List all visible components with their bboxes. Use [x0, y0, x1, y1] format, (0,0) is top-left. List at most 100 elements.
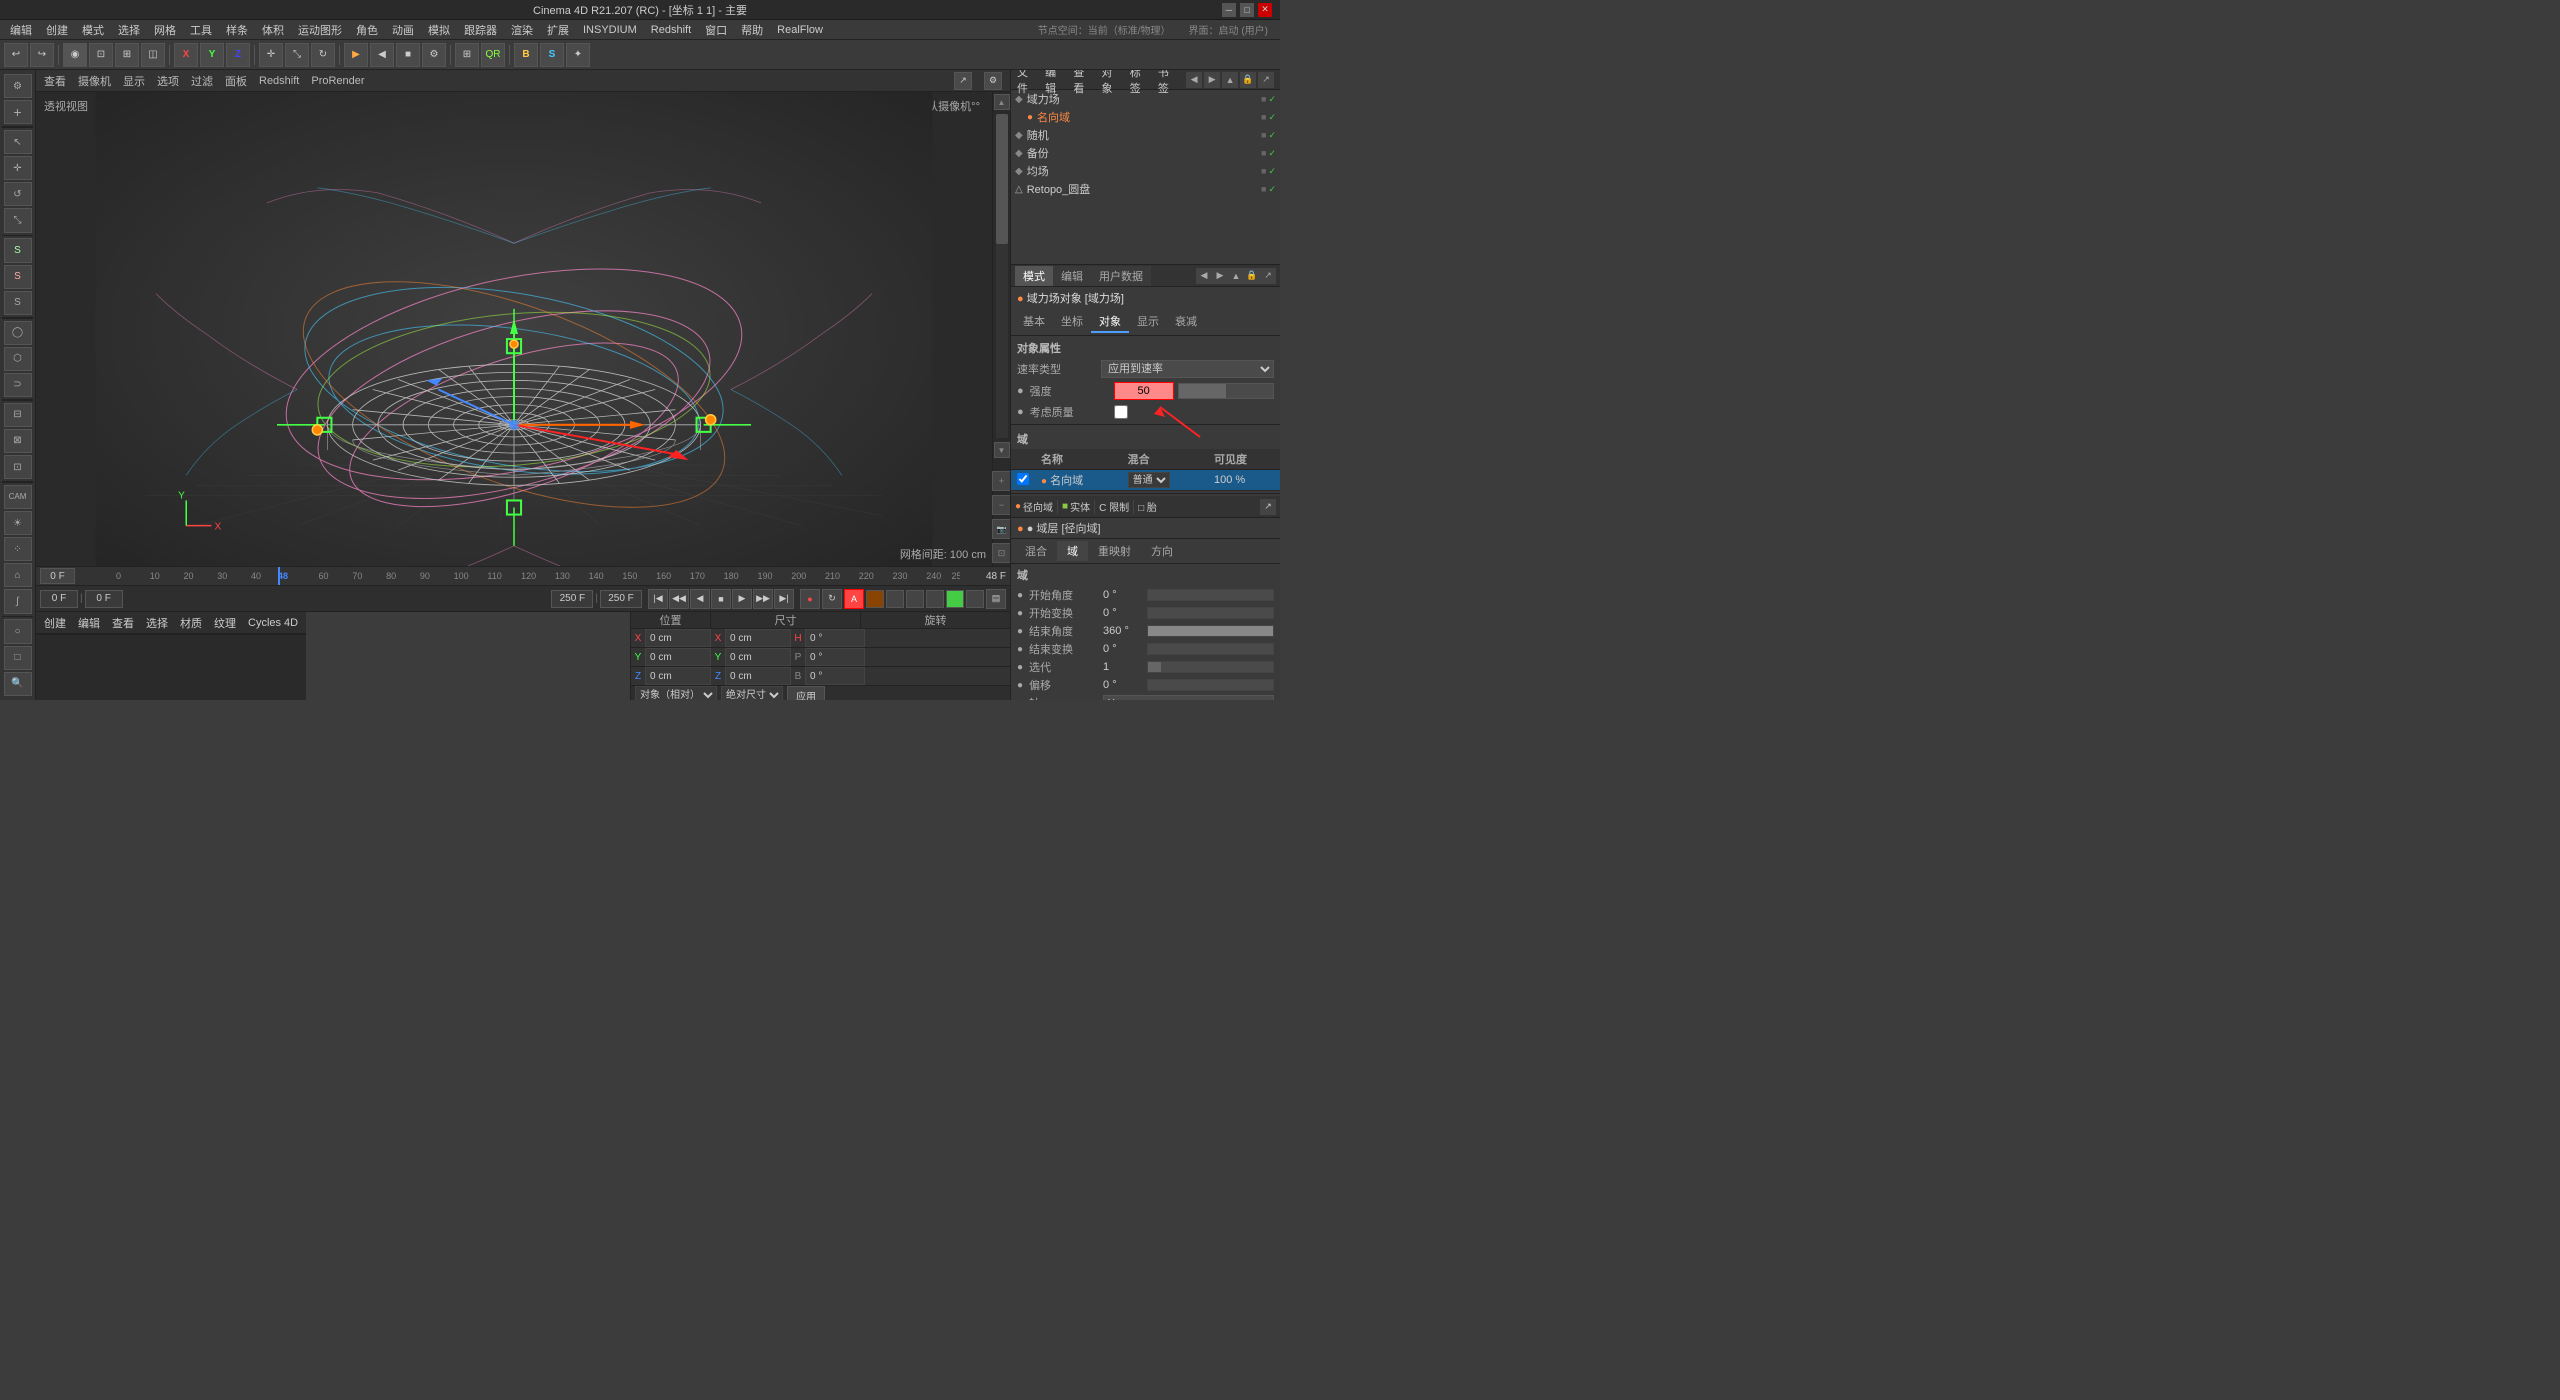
render-settings-btn[interactable]: ⚙ [422, 43, 446, 67]
z-size-input[interactable] [725, 667, 791, 685]
bottom-menu-view[interactable]: 查看 [108, 615, 138, 631]
circle-tool[interactable]: ○ [4, 619, 32, 643]
menu-mograph[interactable]: 运动图形 [292, 20, 348, 40]
rp-nav-up[interactable]: ▲ [1222, 72, 1238, 88]
apply-button[interactable]: 应用 [787, 686, 825, 700]
polygon-btn[interactable]: ⬡ [4, 347, 32, 371]
extra-btn[interactable]: ✦ [566, 43, 590, 67]
viewport[interactable]: 查看 摄像机 显示 选项 过滤 面板 Redshift ProRender ↗ … [36, 70, 1010, 566]
vp-camera-icon[interactable]: 📷 [992, 519, 1011, 539]
frame-start-input[interactable] [40, 568, 75, 584]
magnet-btn[interactable]: ⊃ [4, 373, 32, 397]
obj-field[interactable]: ◆ 均场 ■ ✓ [1011, 162, 1280, 180]
menu-insydium[interactable]: INSYDIUM [577, 22, 643, 38]
snap-btn[interactable]: S [540, 43, 564, 67]
transform-end-bar[interactable] [1147, 643, 1274, 655]
next-frame-btn[interactable]: ▶▶ [753, 589, 773, 609]
spline2-btn[interactable]: ∫ [4, 589, 32, 613]
grid-btn[interactable]: ⊞ [455, 43, 479, 67]
props-tab-object[interactable]: 对象 [1091, 311, 1129, 333]
add-btn[interactable]: + [4, 100, 32, 124]
layer-tab-direction[interactable]: 方向 [1141, 541, 1183, 561]
obj-direction-field[interactable]: ● 名向域 ■ ✓ [1011, 108, 1280, 126]
bottom-menu-edit[interactable]: 编辑 [74, 615, 104, 631]
play-reverse-btn[interactable]: ◀ [690, 589, 710, 609]
menu-mode[interactable]: 模式 [76, 20, 110, 40]
deform-btn[interactable]: ⌂ [4, 563, 32, 587]
menu-create[interactable]: 创建 [40, 20, 74, 40]
vp-scroll-down[interactable]: ▼ [994, 442, 1010, 458]
menu-help[interactable]: 帮助 [735, 20, 769, 40]
props-tab-falloff[interactable]: 衰减 [1167, 311, 1205, 333]
strength-slider[interactable] [1178, 383, 1274, 399]
layer-tab-blend[interactable]: 混合 [1015, 541, 1057, 561]
x-size-input[interactable] [725, 629, 791, 647]
props-tab-coord[interactable]: 坐标 [1053, 311, 1091, 333]
extrude-btn[interactable]: ⊟ [4, 403, 32, 427]
rotate-tool[interactable]: ↺ [4, 182, 32, 206]
bottom-menu-create[interactable]: 创建 [40, 615, 70, 631]
vp-menu-panel[interactable]: 面板 [225, 73, 247, 89]
prev-frame-btn[interactable]: ◀◀ [669, 589, 689, 609]
axis-select[interactable]: Y [1103, 695, 1274, 700]
obj-backup[interactable]: ◆ 备份 ■ ✓ [1011, 144, 1280, 162]
redo-button[interactable]: ↪ [30, 43, 54, 67]
p-rot-input[interactable] [805, 648, 865, 666]
bridge-btn[interactable]: ⊡ [4, 455, 32, 479]
vp-scroll-up[interactable]: ▲ [994, 94, 1010, 110]
menu-simulate[interactable]: 模拟 [422, 20, 456, 40]
record-btn[interactable]: ● [800, 589, 820, 609]
rp-nav-forward[interactable]: ▶ [1204, 72, 1220, 88]
autokey-btn[interactable]: A [844, 589, 864, 609]
rect-tool[interactable]: □ [4, 646, 32, 670]
region-icons-expand[interactable]: ↗ [1260, 499, 1276, 515]
go-end-btn[interactable]: ▶| [774, 589, 794, 609]
frame-total-input[interactable] [600, 590, 642, 608]
vp-extra-btn[interactable]: ⊡ [992, 543, 1011, 563]
offset-bar[interactable] [1147, 679, 1274, 691]
mode-tab-mode[interactable]: 模式 [1015, 266, 1053, 286]
frame-end-input[interactable] [551, 590, 593, 608]
vp-menu-options[interactable]: 选项 [157, 73, 179, 89]
settings-btn[interactable]: ⚙ [4, 74, 32, 98]
angle-start-bar[interactable] [1147, 589, 1274, 601]
menu-realflow[interactable]: RealFlow [771, 22, 829, 38]
props-lock-btn[interactable]: 🔒 [1244, 268, 1260, 284]
size-mode-select[interactable]: 绝对尺寸 [721, 686, 783, 700]
h-rot-input[interactable] [805, 629, 865, 647]
menu-spline[interactable]: 样条 [220, 20, 254, 40]
minimize-button[interactable]: ─ [1222, 3, 1236, 17]
maximize-button[interactable]: □ [1240, 3, 1254, 17]
z-pos-input[interactable] [645, 667, 711, 685]
vp-minus-btn[interactable]: − [992, 495, 1011, 515]
obj-random[interactable]: ◆ 随机 ■ ✓ [1011, 126, 1280, 144]
menu-redshift[interactable]: Redshift [645, 22, 697, 38]
rp-nav-back[interactable]: ◀ [1186, 72, 1202, 88]
close-button[interactable]: ✕ [1258, 3, 1272, 17]
rp-nav-expand[interactable]: ↗ [1258, 72, 1274, 88]
vp-menu-camera[interactable]: 摄像机 [78, 73, 111, 89]
vp-settings-btn[interactable]: ⚙ [984, 72, 1002, 90]
current-frame-input[interactable] [40, 590, 78, 608]
props-expand-btn[interactable]: ↗ [1260, 268, 1276, 284]
undo-button[interactable]: ↩ [4, 43, 28, 67]
props-nav-forward[interactable]: ▶ [1212, 268, 1228, 284]
scale-btn[interactable]: ⤡ [285, 43, 309, 67]
mode-tab-userdata[interactable]: 用户数据 [1091, 266, 1151, 286]
particles-btn[interactable]: ⁘ [4, 537, 32, 561]
light-btn[interactable]: ☀ [4, 511, 32, 535]
search-btn[interactable]: 🔍 [4, 672, 32, 696]
vp-plus-btn[interactable]: + [992, 471, 1011, 491]
viewport-canvas[interactable]: X Y [36, 92, 992, 566]
speed-type-select[interactable]: 应用到速率 [1101, 360, 1274, 378]
menu-window[interactable]: 窗口 [699, 20, 733, 40]
y-size-input[interactable] [725, 648, 791, 666]
vp-menu-prorender[interactable]: ProRender [311, 75, 364, 87]
render-btn[interactable]: ▶ [344, 43, 368, 67]
viewport-scrollbar[interactable]: ▲ ▼ + − 📷 ⊡ [992, 92, 1010, 566]
y-axis-btn[interactable]: Y [200, 43, 224, 67]
consider-mass-checkbox[interactable] [1114, 405, 1128, 419]
obj-forcefield[interactable]: ◆ 域力场 ■ ✓ [1011, 90, 1280, 108]
rotate-btn[interactable]: ↻ [311, 43, 335, 67]
bottom-menu-cycles[interactable]: Cycles 4D [244, 617, 302, 629]
